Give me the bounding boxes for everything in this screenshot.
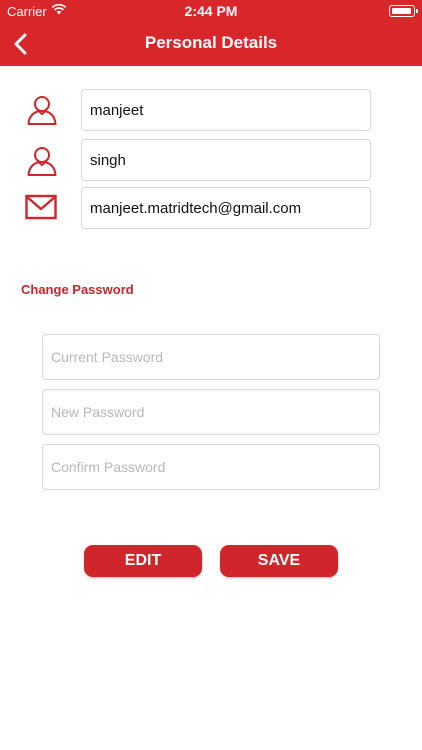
confirm-password-input[interactable] bbox=[42, 444, 380, 490]
status-time: 2:44 PM bbox=[184, 3, 238, 19]
last-name-field[interactable] bbox=[81, 139, 371, 181]
first-name-field[interactable] bbox=[81, 89, 371, 131]
envelope-icon bbox=[25, 194, 57, 220]
email-field[interactable] bbox=[81, 187, 371, 229]
status-bar: Carrier 2:44 PM bbox=[0, 0, 422, 22]
page-title: Personal Details bbox=[144, 33, 278, 52]
change-password-link[interactable]: Change Password bbox=[21, 282, 134, 297]
current-password-input[interactable] bbox=[42, 334, 380, 380]
edit-button[interactable]: EDIT bbox=[84, 545, 202, 577]
save-button[interactable]: SAVE bbox=[220, 545, 338, 577]
battery-icon bbox=[389, 5, 418, 17]
nav-header: Carrier 2:44 PM Personal Details bbox=[0, 0, 422, 66]
user-icon bbox=[27, 147, 57, 176]
user-icon bbox=[27, 96, 57, 125]
new-password-input[interactable] bbox=[42, 389, 380, 435]
